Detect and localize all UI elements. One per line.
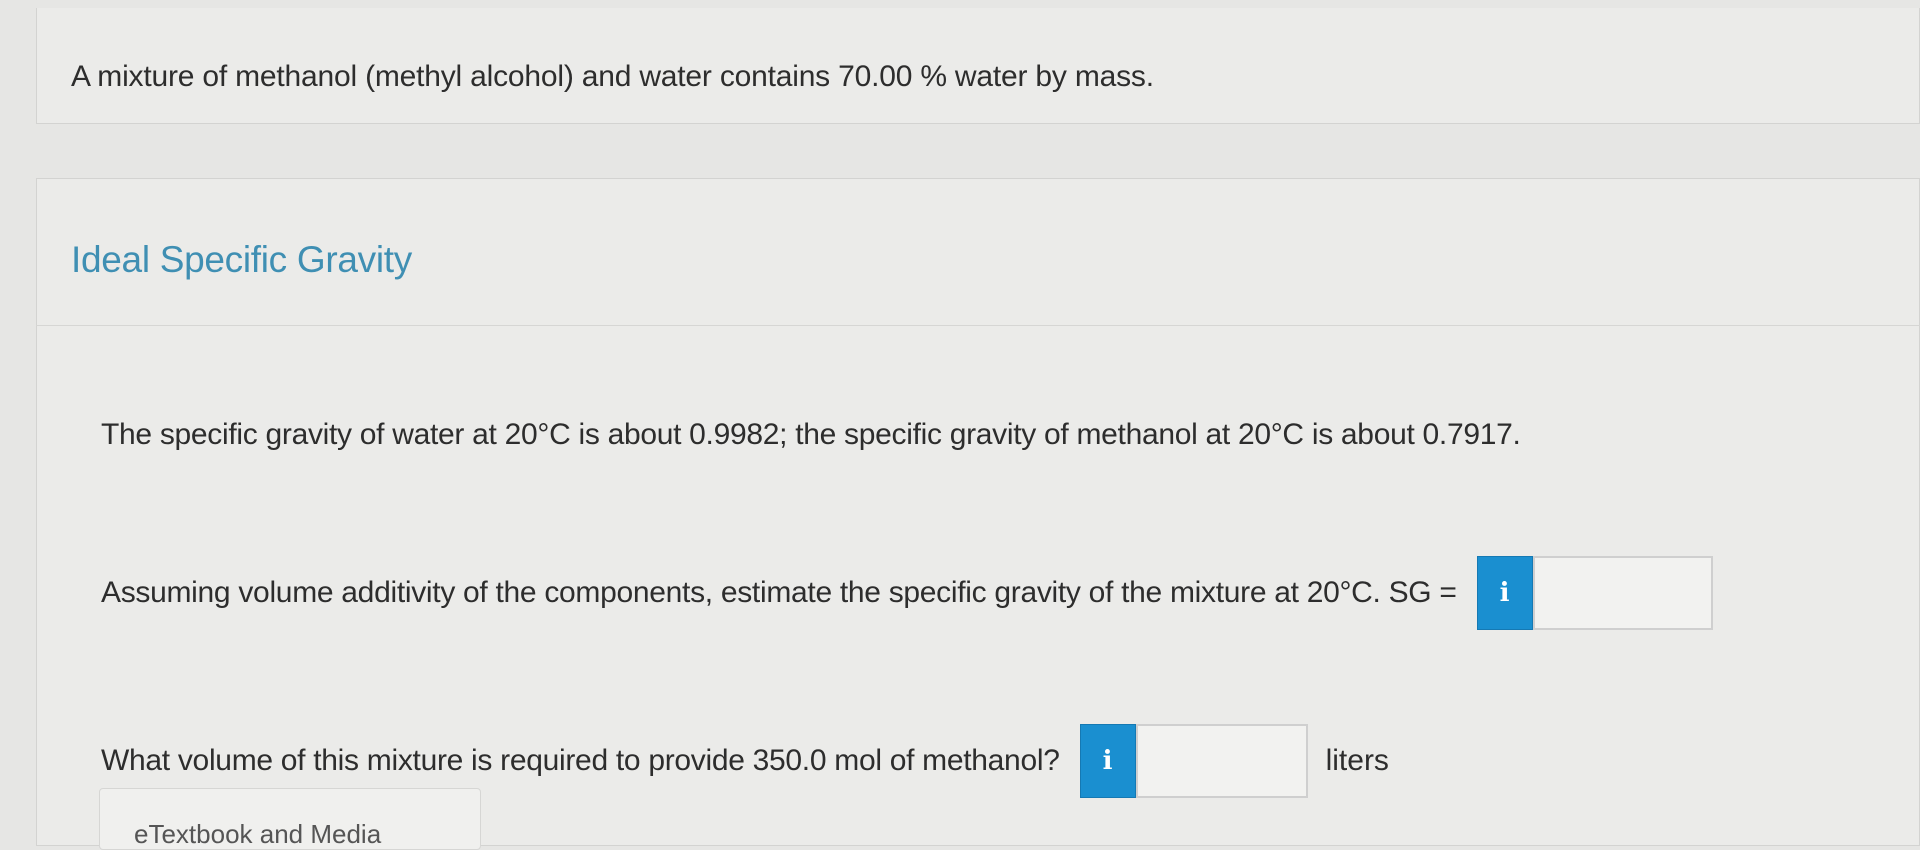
- section-title: Ideal Specific Gravity: [71, 239, 412, 280]
- question-2-row: What volume of this mixture is required …: [101, 724, 1389, 798]
- info-icon[interactable]: i: [1079, 724, 1136, 798]
- question-1-row: Assuming volume additivity of the compon…: [101, 556, 1713, 630]
- question-2-text: What volume of this mixture is required …: [101, 744, 1060, 777]
- answer-1-group: i: [1476, 556, 1713, 630]
- question-body-panel: The specific gravity of water at 20°C is…: [36, 326, 1920, 850]
- info-icon[interactable]: i: [1476, 556, 1533, 630]
- info-icon-glyph: i: [1102, 746, 1113, 776]
- volume-answer-input[interactable]: [1135, 724, 1308, 798]
- etextbook-media-link[interactable]: eTextbook and Media: [99, 788, 481, 850]
- problem-intro-panel: A mixture of methanol (methyl alcohol) a…: [36, 8, 1920, 124]
- section-header-panel: Ideal Specific Gravity: [36, 178, 1920, 326]
- info-icon-glyph: i: [1499, 578, 1510, 608]
- problem-statement: A mixture of methanol (methyl alcohol) a…: [71, 60, 1154, 93]
- etextbook-label: eTextbook and Media: [134, 819, 382, 849]
- sg-answer-input[interactable]: [1532, 556, 1713, 630]
- answer-2-group: i: [1079, 724, 1308, 798]
- given-data-text: The specific gravity of water at 20°C is…: [101, 418, 1521, 451]
- volume-unit-label: liters: [1325, 744, 1389, 777]
- question-1-text: Assuming volume additivity of the compon…: [101, 576, 1457, 609]
